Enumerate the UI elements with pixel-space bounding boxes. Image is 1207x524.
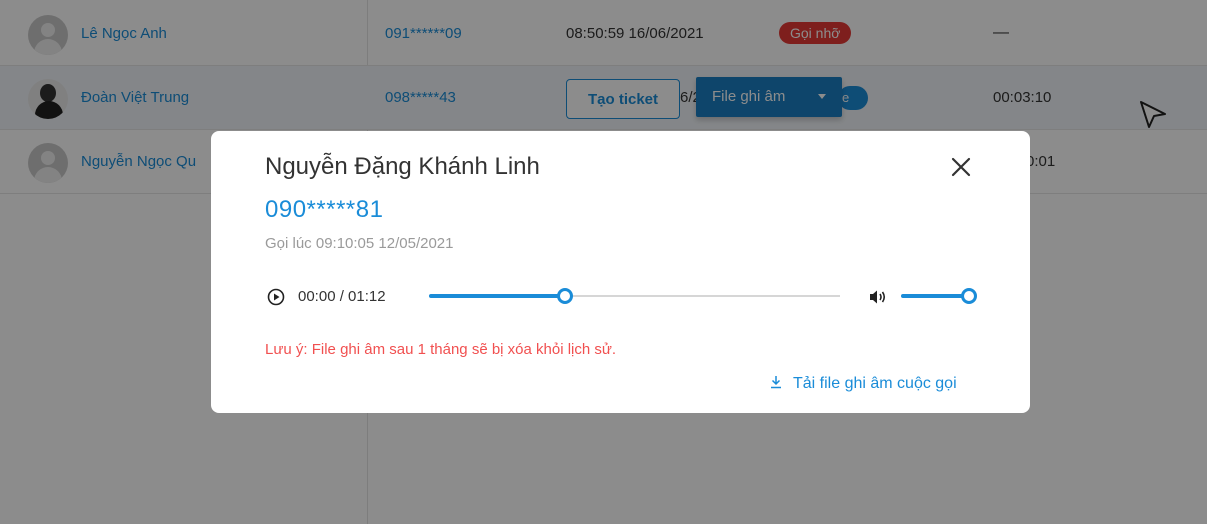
- modal-title: Nguyễn Đặng Khánh Linh: [265, 153, 540, 180]
- retention-note: Lưu ý: File ghi âm sau 1 tháng sẽ bị xóa…: [265, 341, 617, 358]
- download-icon: [771, 376, 781, 389]
- download-label: Tải file ghi âm cuộc gọi: [793, 375, 957, 392]
- audio-player: 00:00 / 01:12: [265, 284, 977, 308]
- close-icon[interactable]: [949, 155, 973, 179]
- volume-icon[interactable]: [869, 289, 887, 305]
- recording-modal: Nguyễn Đặng Khánh Linh 090*****81 Gọi lú…: [211, 131, 1030, 413]
- play-circle-icon[interactable]: [267, 288, 285, 306]
- playback-time: 00:00 / 01:12: [298, 288, 386, 305]
- modal-phone-number[interactable]: 090*****81: [265, 196, 383, 224]
- volume-slider-thumb[interactable]: [961, 288, 977, 304]
- modal-call-time: Gọi lúc 09:10:05 12/05/2021: [265, 235, 454, 252]
- volume-slider[interactable]: [901, 288, 977, 304]
- playback-slider-thumb[interactable]: [556, 288, 573, 304]
- volume-level: [901, 294, 969, 298]
- playback-slider[interactable]: [429, 288, 840, 304]
- download-recording-link[interactable]: Tải file ghi âm cuộc gọi: [769, 375, 957, 393]
- playback-progress: [429, 294, 565, 298]
